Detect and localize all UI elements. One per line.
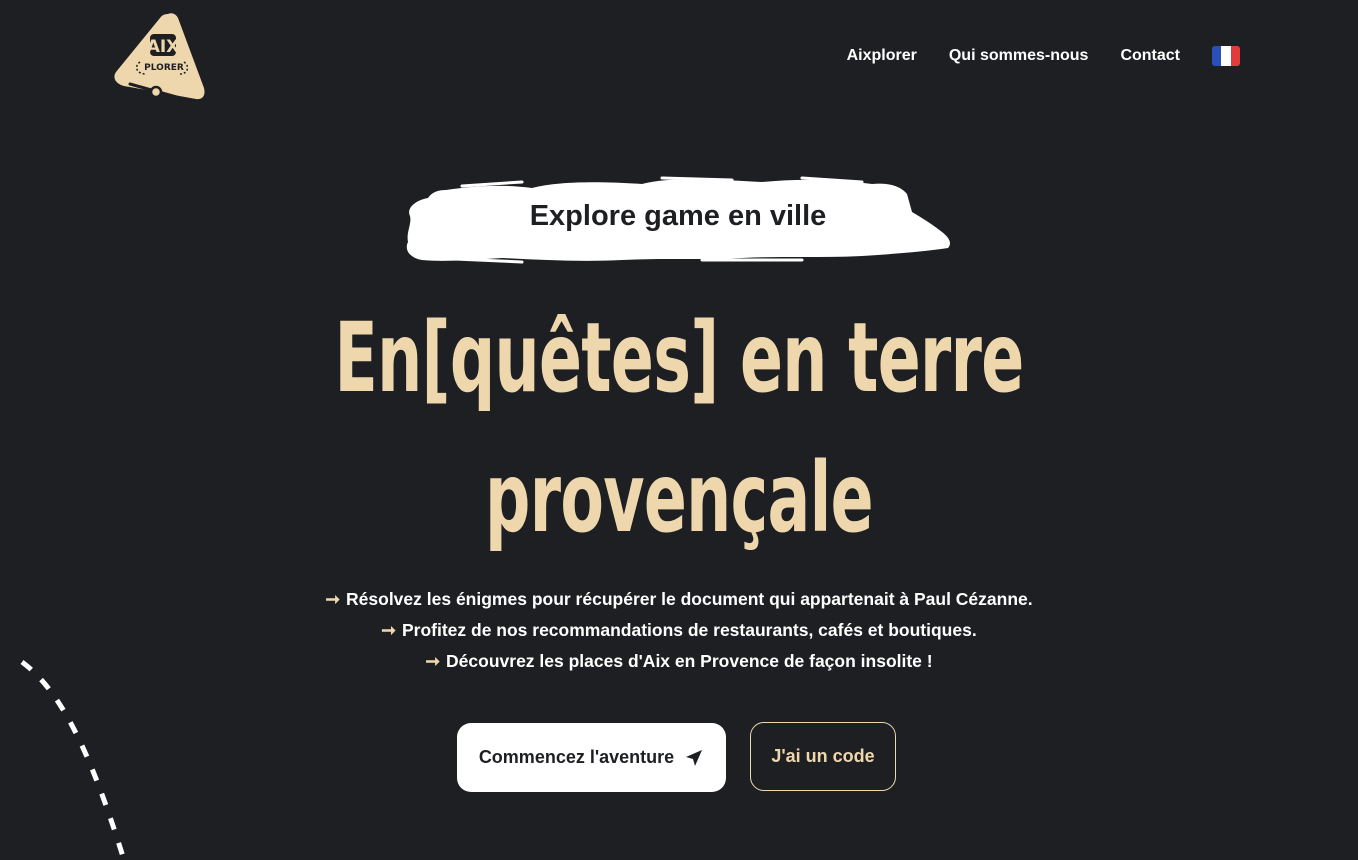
- start-adventure-label: Commencez l'aventure: [478, 747, 675, 767]
- flag-fr-icon[interactable]: [1212, 46, 1240, 66]
- bullet-item: ➞ Profitez de nos recommandations de rest…: [0, 615, 1358, 646]
- bullet-text: Découvrez les places d'Aix en Provence d…: [446, 651, 933, 671]
- hero-title-line2: provençale: [485, 442, 874, 554]
- bullet-text: Profitez de nos recommandations de resta…: [401, 620, 977, 640]
- arrow-right-icon: ➞: [425, 651, 441, 671]
- main-nav: Aixplorer Qui sommes-nous Contact: [847, 46, 1240, 66]
- bullet-text: Résolvez les énigmes pour récupérer le d…: [346, 589, 1033, 609]
- start-adventure-button[interactable]: Commencez l'aventure: [457, 723, 726, 792]
- bullet-item: ➞ Découvrez les places d'Aix en Provence …: [0, 646, 1358, 677]
- nav-contact[interactable]: Contact: [1120, 47, 1180, 65]
- hero-tag-text: Explore game en ville: [529, 200, 827, 232]
- paper-plane-icon: [686, 749, 703, 766]
- nav-aixplorer[interactable]: Aixplorer: [847, 47, 917, 65]
- hero-title-line1: En[quêtes] en terre: [334, 302, 1024, 414]
- nav-qui-sommes-nous[interactable]: Qui sommes-nous: [949, 47, 1089, 65]
- have-code-label: J'ai un code: [771, 746, 875, 766]
- hero-title: En[quêtes] en terre provençale: [231, 288, 1127, 568]
- hero-tag: Explore game en ville: [402, 172, 954, 268]
- have-code-button[interactable]: J'ai un code: [750, 722, 896, 791]
- aixplorer-logo[interactable]: AIX PLORER: [110, 8, 208, 106]
- hero-bullets: ➞ Résolvez les énigmes pour récupérer le …: [0, 584, 1358, 677]
- arrow-right-icon: ➞: [381, 620, 396, 640]
- logo-text-bottom: PLORER: [144, 63, 184, 73]
- bullet-item: ➞ Résolvez les énigmes pour récupérer le …: [0, 584, 1358, 615]
- logo-text-top: AIX: [147, 37, 180, 57]
- arrow-right-icon: ➞: [325, 589, 341, 609]
- dashed-path-decoration: [20, 659, 127, 860]
- page: AIX PLORER Aixplorer Qui sommes-nous Con…: [0, 0, 1358, 860]
